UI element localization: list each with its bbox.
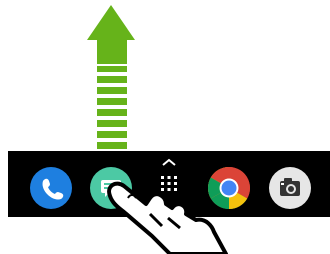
- phone-app-button[interactable]: [29, 166, 73, 210]
- app-drawer-icon: [161, 158, 177, 191]
- camera-icon: [269, 167, 311, 209]
- app-dock: [8, 151, 330, 217]
- messages-icon: [90, 167, 132, 209]
- phone-icon: [30, 167, 72, 209]
- messages-app-button[interactable]: [89, 166, 133, 210]
- chrome-app-button[interactable]: [207, 166, 251, 210]
- app-drawer-button[interactable]: [149, 155, 189, 207]
- chrome-icon: [207, 167, 251, 210]
- swipe-up-arrow-icon: [87, 5, 135, 149]
- camera-app-button[interactable]: [268, 166, 312, 210]
